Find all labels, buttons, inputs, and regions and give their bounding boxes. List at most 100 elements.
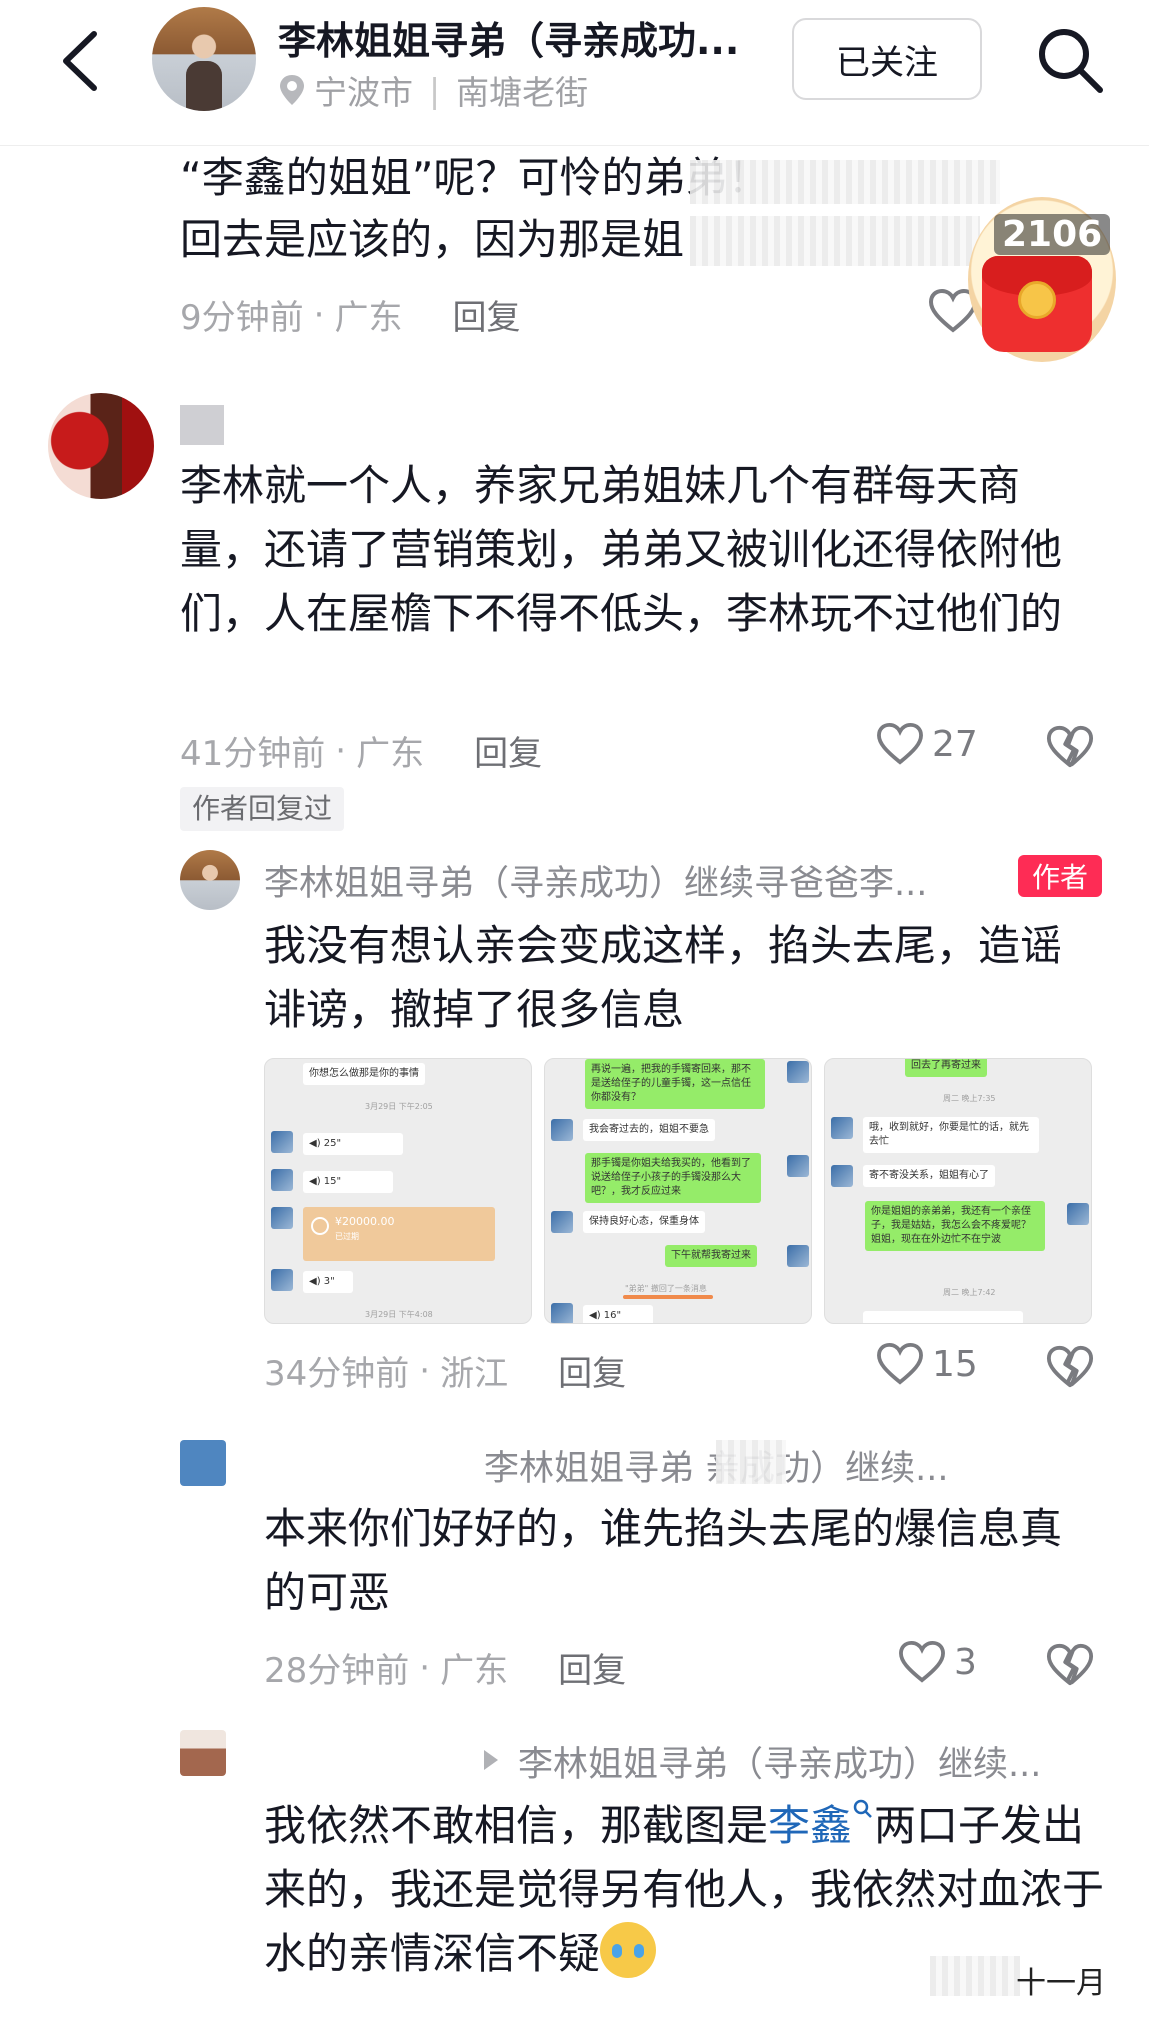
transfer-status: 已过期 (335, 1232, 359, 1241)
back-arrow-icon[interactable] (52, 26, 112, 96)
location-divider: | (429, 70, 441, 110)
reply-region: 广东 (440, 1651, 509, 1691)
blurred-overlay (716, 1440, 786, 1484)
like-count: 3 (954, 1641, 977, 1683)
reply-arrow-icon (484, 1750, 498, 1770)
chat-timestamp: 3月29日 下午2:05 (365, 1102, 433, 1111)
chat-avatar (551, 1303, 573, 1323)
creator-avatar[interactable] (152, 7, 256, 111)
like-count: 27 (932, 723, 978, 765)
creator-name[interactable]: 李林姐姐寻弟（寻亲成功... (278, 10, 788, 65)
chat-avatar (271, 1269, 293, 1291)
chat-message: 回去了再寄过来 (905, 1059, 987, 1077)
chat-avatar (831, 1117, 853, 1139)
chat-avatar (787, 1155, 809, 1177)
crying-emoji-icon (600, 1922, 657, 1978)
recall-notice: "弟弟" 撤回了一条消息 (625, 1284, 707, 1293)
voice-message: ◀) 25" (303, 1133, 403, 1155)
heart-icon (877, 1342, 923, 1385)
chat-message-partial (863, 1311, 1023, 1323)
chat-message: 哦，收到就好，你要是忙的话，就先去忙 (863, 1117, 1039, 1153)
reply-button[interactable]: 回复 (558, 1346, 626, 1395)
comment-region: 广东 (356, 734, 425, 774)
transfer-icon (311, 1217, 329, 1235)
like-button[interactable]: 27 (876, 722, 978, 766)
watermark: 十一月 (1016, 1966, 1106, 2001)
heart-icon (877, 722, 923, 765)
chat-avatar (551, 1211, 573, 1233)
chat-screenshot-3[interactable]: 回去了再寄过来 周二 晚上7:35 哦，收到就好，你要是忙的话，就先去忙 寄不寄… (824, 1058, 1092, 1324)
heart-icon (899, 1640, 945, 1683)
location-city: 宁波市 (314, 73, 413, 112)
like-count: 15 (932, 1343, 978, 1385)
meta-dot: · (419, 1647, 431, 1688)
chat-avatar (271, 1207, 293, 1229)
reply-button[interactable]: 回复 (474, 726, 542, 775)
replier-avatar[interactable] (180, 1730, 226, 1776)
chat-avatar (551, 1119, 573, 1141)
author-avatar[interactable] (180, 850, 240, 910)
search-icon[interactable] (852, 1798, 874, 1826)
dislike-broken-heart-icon[interactable] (1046, 1642, 1094, 1688)
reply-button[interactable]: 回复 (558, 1643, 626, 1692)
top-bar: 李林姐姐寻弟（寻亲成功... 宁波市 | 南塘老街 已关注 (0, 0, 1149, 146)
reply-region: 浙江 (440, 1354, 509, 1394)
voice-message: ◀) 15" (303, 1171, 393, 1193)
voice-message: ◀) 16" (583, 1305, 653, 1323)
comment-time: 9分钟前 (180, 298, 304, 338)
blurred-overlay (690, 160, 1000, 204)
reply-meta: 28分钟前 · 广东 回复 (264, 1643, 626, 1692)
like-button[interactable]: 3 (898, 1640, 977, 1684)
like-button[interactable]: 15 (876, 1342, 978, 1386)
meta-dot: · (419, 1350, 431, 1391)
chat-timestamp: 周二 晚上7:35 (943, 1094, 996, 1103)
search-icon[interactable] (1030, 20, 1110, 100)
chat-message: 那手镯是你姐夫给我买的，他看到了说送给侄子小孩子的手镯没那么大吧？，我才反应过来 (585, 1153, 761, 1203)
comment-text: 李林就一个人，养家兄弟姐妹几个有群每天商量，还请了营销策划，弟弟又被训化还得依附… (180, 461, 1063, 638)
chat-message: 你是姐姐的亲弟弟，我还有一个亲侄子，我是姑姑，我怎么会不疼爱呢？姐姐，现在在外边… (865, 1201, 1045, 1251)
commenter-avatar[interactable] (48, 393, 154, 499)
chat-avatar (271, 1131, 293, 1153)
chat-message: 你想怎么做那是你的事情 (303, 1063, 425, 1085)
follow-button[interactable]: 已关注 (792, 18, 982, 100)
location[interactable]: 宁波市 | 南塘老街 (278, 66, 588, 114)
chat-message: 保持良好心态，保重身体 (583, 1211, 705, 1233)
reply-time: 34分钟前 (264, 1354, 410, 1394)
chat-avatar (787, 1245, 809, 1267)
dislike-broken-heart-icon[interactable] (1046, 1344, 1094, 1390)
commenter-name-blurred[interactable] (180, 405, 224, 445)
meta-dot: · (335, 730, 347, 771)
chat-message: 寄不寄没关系，姐姐有心了 (863, 1165, 995, 1187)
author-badge: 作者 (1018, 855, 1102, 897)
blurred-overlay (930, 1956, 1020, 1996)
chat-timestamp: 周二 晚上7:42 (943, 1288, 996, 1297)
chat-avatar (271, 1169, 293, 1191)
transfer-amount: ¥20000.00 (335, 1215, 395, 1228)
author-replied-tag: 作者回复过 (180, 787, 345, 831)
reply-text: 我没有想认亲会变成这样，掐头去尾，造谣诽谤，撤掉了很多信息 (264, 921, 1063, 1034)
search-link-keyword[interactable]: 李鑫 (768, 1801, 852, 1850)
reply-time: 28分钟前 (264, 1651, 410, 1691)
highlight-underline (623, 1295, 713, 1299)
location-pin-icon (280, 75, 304, 105)
blurred-overlay (690, 216, 980, 266)
reply-button[interactable]: 回复 (452, 290, 520, 339)
chat-screenshot-2[interactable]: 再说一遍，把我的手镯寄回来，那不是送给侄子的儿童手镯，这一点信任你都没有？ 我会… (544, 1058, 812, 1324)
chat-message: 下午就帮我寄过来 (665, 1245, 757, 1267)
replier-avatar[interactable] (180, 1440, 226, 1486)
dislike-broken-heart-icon[interactable] (1046, 724, 1094, 770)
location-place: 南塘老街 (456, 73, 589, 112)
reply-target-name[interactable]: 李林姐姐寻弟（寻亲成功）继续... (518, 1736, 1098, 1787)
reply-text: 本来你们好好的，谁先掐头去尾的爆信息真的可恶 (264, 1504, 1063, 1617)
chat-avatar (787, 1061, 809, 1083)
transfer-card: ¥20000.00 已过期 (303, 1207, 495, 1261)
reply-author-name[interactable]: 李林姐姐寻弟（寻亲成功）继续寻爸爸李... (264, 855, 1004, 906)
chat-message: 再说一遍，把我的手镯寄回来，那不是送给侄子的儿童手镯，这一点信任你都没有？ (585, 1059, 765, 1109)
red-packet-count: 2106 (994, 214, 1111, 255)
red-packet-coin-icon (1018, 281, 1056, 319)
meta-dot: · (313, 294, 325, 335)
chat-avatar (831, 1165, 853, 1187)
reply-meta: 34分钟前 · 浙江 回复 (264, 1346, 626, 1395)
chat-screenshot-1[interactable]: 你想怎么做那是你的事情 3月29日 下午2:05 ◀) 25" ◀) 15" ¥… (264, 1058, 532, 1324)
chat-timestamp: 3月29日 下午4:08 (365, 1310, 433, 1319)
